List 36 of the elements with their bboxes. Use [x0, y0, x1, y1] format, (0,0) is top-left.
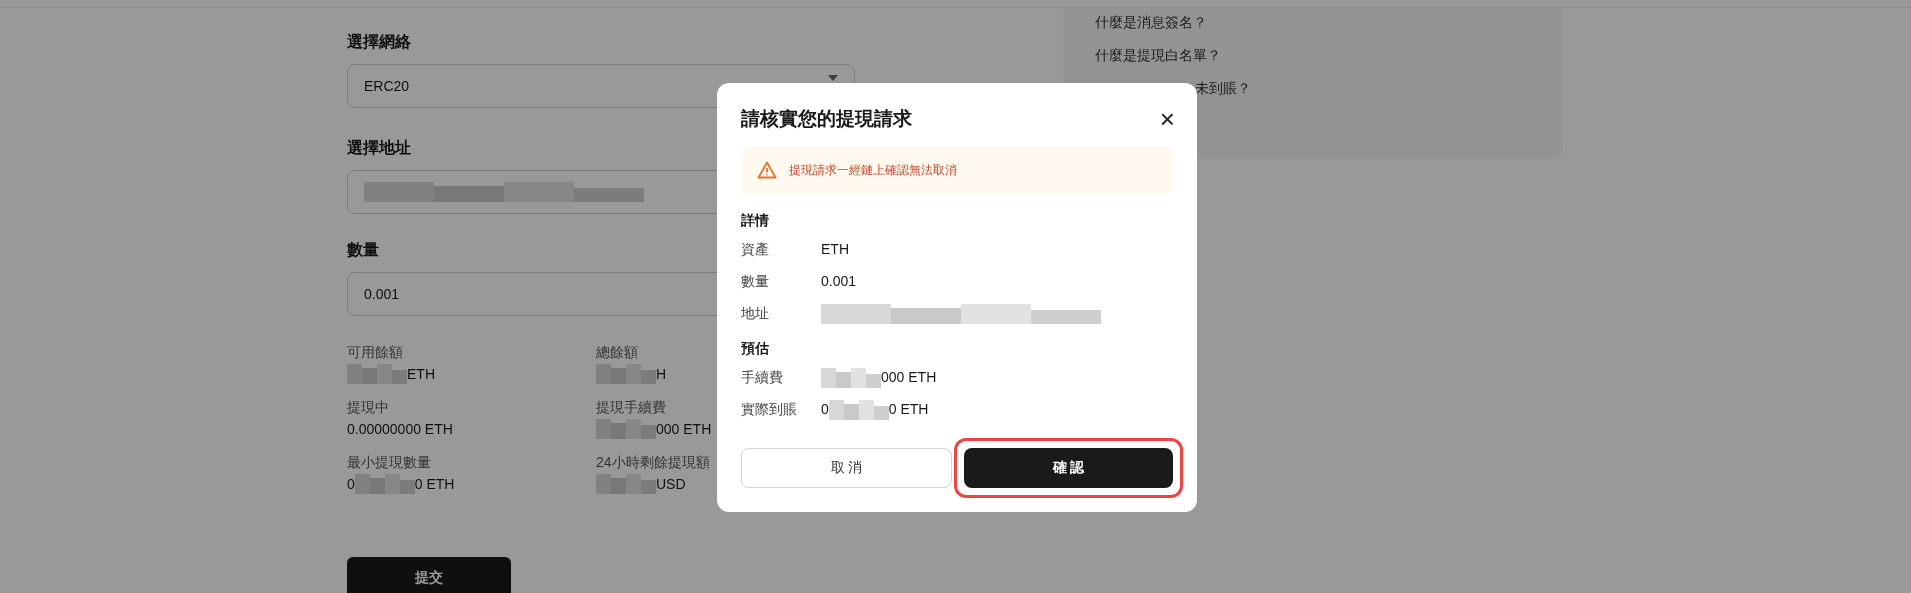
- value-text: 000 ETH: [656, 419, 712, 439]
- detail-label: 實際到賬: [741, 400, 798, 419]
- section-heading: 詳情: [741, 210, 770, 230]
- value-text: 0.00000000 ETH: [347, 419, 453, 439]
- close-button[interactable]: ×: [1159, 106, 1175, 133]
- stat-label: 可用餘額: [347, 343, 403, 362]
- help-link[interactable]: 未到賬？: [1195, 78, 1563, 99]
- value-text: 0 ETH: [414, 474, 455, 494]
- cancel-button[interactable]: 取 消: [741, 447, 952, 488]
- field-label: 選擇網絡: [347, 32, 411, 52]
- value-text: 0: [821, 400, 829, 419]
- detail-label: 手續費: [741, 368, 784, 387]
- help-link[interactable]: 什麼是提現白名單？: [1095, 45, 1563, 66]
- dialog-title: 請核實您的提現請求: [741, 107, 912, 131]
- warning-text: 提現請求一經鏈上確認無法取消: [789, 161, 957, 179]
- value-text: 0.001: [821, 272, 857, 291]
- detail-label: 資產: [741, 240, 770, 259]
- value-text: 0: [347, 474, 355, 494]
- stat-label: 提現中: [347, 398, 389, 417]
- stat-label: 總餘額: [596, 343, 638, 362]
- value-text: ETH: [821, 240, 849, 259]
- detail-label: 數量: [741, 272, 770, 291]
- section-heading: 預估: [741, 338, 770, 358]
- submit-button[interactable]: 提交: [347, 557, 511, 593]
- field-label: 選擇地址: [347, 138, 411, 158]
- confirm-button[interactable]: 確 認: [964, 447, 1173, 488]
- stat-label: 24小時剩餘提現額: [596, 453, 710, 472]
- field-label: 數量: [347, 240, 379, 260]
- stat-label: 提現手續費: [596, 398, 666, 417]
- value-text: 0 ETH: [888, 400, 929, 419]
- value-text: ETH: [407, 364, 435, 384]
- help-link[interactable]: 什麼是消息簽名？: [1095, 12, 1563, 33]
- value-text: H: [656, 364, 667, 384]
- stat-label: 最小提現數量: [347, 453, 431, 472]
- value-text: USD: [656, 474, 686, 494]
- value-text: 000 ETH: [881, 368, 937, 387]
